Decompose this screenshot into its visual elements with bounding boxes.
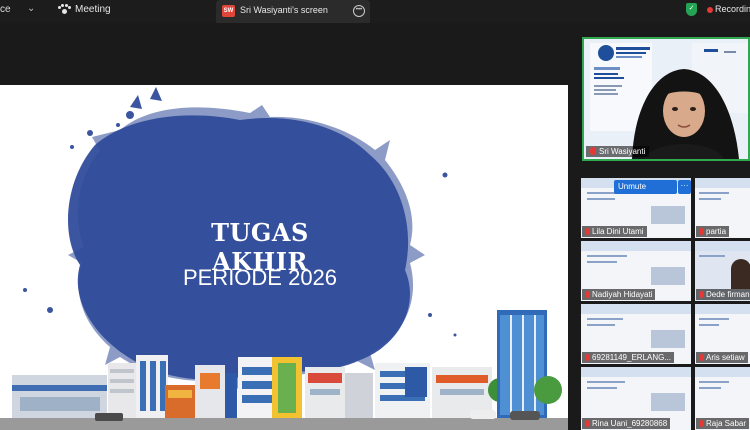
participant-tile[interactable]: partia (695, 178, 750, 238)
more-options-icon[interactable]: ••• (353, 5, 365, 17)
participant-name: Dede firman (706, 290, 750, 299)
participant-tile[interactable]: Raja Sabar (695, 367, 750, 430)
participant-tile[interactable]: Nadiyah Hidayati (581, 241, 691, 301)
active-speaker-tile[interactable]: Sri Wasiyanti (582, 37, 750, 161)
mic-muted-icon (585, 354, 590, 361)
participant-name: Aris setiaw (706, 353, 745, 362)
paw-icon (58, 4, 71, 15)
meeting-menu-button[interactable]: Meeting (58, 4, 111, 15)
unmute-button[interactable]: Unmute (614, 180, 677, 194)
participant-name-label: Raja Sabar (696, 418, 750, 429)
mic-muted-icon (699, 354, 704, 361)
participant-name-label: partia (696, 226, 730, 237)
chevron-down-icon[interactable]: ⌄ (27, 3, 35, 14)
top-bar: ce ⌄ Meeting SW Sri Wasiyanti's screen •… (0, 0, 750, 23)
speaker-name: Sri Wasiyanti (599, 147, 646, 156)
participant-name: partia (706, 227, 727, 236)
participant-name: Rina Uani_69280868 (592, 419, 668, 428)
mic-muted-icon (590, 147, 596, 155)
participant-tile[interactable]: 69281149_ERLANG... (581, 304, 691, 364)
participant-name: Nadiyah Hidayati (592, 290, 653, 299)
recording-dot-icon (707, 7, 713, 13)
screen-share-tab[interactable]: SW Sri Wasiyanti's screen ••• (216, 0, 370, 23)
participant-name-label: Rina Uani_69280868 (582, 418, 671, 429)
slide-period: PERIODE 2026 (182, 265, 338, 290)
window-title-fragment: ce (0, 4, 11, 15)
participant-name: 69281149_ERLANG... (592, 353, 672, 362)
mic-muted-icon (585, 291, 590, 298)
participant-tile[interactable]: Rina Uani_69280868 (581, 367, 691, 430)
mic-muted-icon (585, 420, 590, 427)
speaker-video-feed (584, 39, 748, 159)
mic-muted-icon (585, 228, 590, 235)
mic-muted-icon (699, 420, 704, 427)
mic-muted-icon (699, 228, 704, 235)
participant-tile[interactable]: Dede firman (695, 241, 750, 301)
shared-screen-area: TUGAS AKHIR PERIODE 2026 (0, 23, 580, 430)
participant-tile[interactable]: Aris setiaw (695, 304, 750, 364)
sharer-avatar-badge: SW (222, 5, 235, 17)
speaker-name-label: Sri Wasiyanti (586, 146, 650, 157)
security-shield-icon[interactable]: ✓ (686, 3, 697, 16)
participant-name-label: Dede firman (696, 289, 750, 300)
participant-name-label: Nadiyah Hidayati (582, 289, 656, 300)
participant-name-label: Lila Dini Utami (582, 226, 647, 237)
recording-label[interactable]: Recording (715, 4, 750, 14)
participant-name: Raja Sabar (706, 419, 747, 428)
presentation-slide: TUGAS AKHIR PERIODE 2026 (0, 85, 568, 430)
screen-share-label: Sri Wasiyanti's screen (240, 5, 328, 15)
mic-muted-icon (699, 291, 704, 298)
participant-name-label: 69281149_ERLANG... (582, 352, 675, 363)
meeting-label: Meeting (75, 4, 111, 15)
participant-name-label: Aris setiaw (696, 352, 748, 363)
participant-gallery: Lila Dini Utami partia Nadiyah Hidayati … (580, 177, 750, 430)
participant-name: Lila Dini Utami (592, 227, 644, 236)
unmute-more-button[interactable]: ··· (678, 180, 691, 194)
